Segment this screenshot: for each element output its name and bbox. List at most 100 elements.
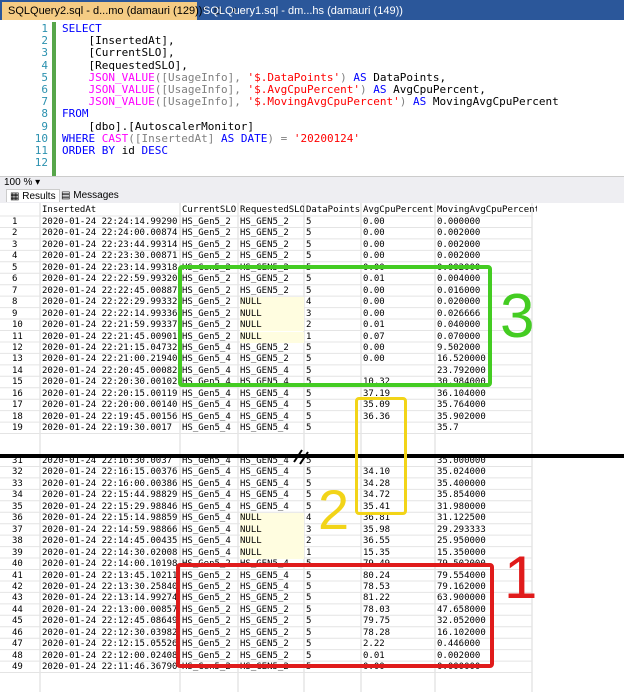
grid-cell[interactable]: 15: [12, 377, 37, 388]
grid-cell[interactable]: 13: [12, 354, 37, 365]
table-row[interactable]: 3 2020-01-24 22:23:44.9931455 HS_Gen5_2 HS_…: [0, 240, 624, 251]
grid-cell[interactable]: 5: [306, 251, 360, 262]
grid-cell[interactable]: 18: [12, 412, 37, 423]
grid-cell[interactable]: 2020-01-24 22:15:29.9884606: [42, 502, 178, 513]
grid-cell[interactable]: 31.980000: [437, 502, 537, 513]
table-row[interactable]: 4 2020-01-24 22:23:30.0087119 HS_Gen5_2 HS_…: [0, 251, 624, 262]
grid-cell[interactable]: 19: [12, 423, 37, 434]
table-row[interactable]: 35 2020-01-24 22:15:29.9884606 HS_Gen5_4 HS…: [0, 502, 624, 513]
grid-cell[interactable]: 5: [306, 228, 360, 239]
grid-cell[interactable]: 2020-01-24 22:14:59.9886678: [42, 525, 178, 536]
grid-cell[interactable]: 2020-01-24 22:12:30.0398229: [42, 628, 178, 639]
grid-cell[interactable]: HS_Gen5_2: [182, 240, 238, 251]
grid-cell[interactable]: 0.002000: [437, 228, 537, 239]
tab-sqlquery1[interactable]: SQLQuery1.sql - dm...hs (damauri (149)): [197, 2, 403, 20]
grid-cell[interactable]: 0.002000: [437, 240, 537, 251]
grid-cell[interactable]: 2020-01-24 22:19:30.0017: [42, 423, 178, 434]
grid-cell[interactable]: HS_Gen5_4: [182, 536, 238, 547]
grid-cell[interactable]: 48: [12, 651, 37, 662]
grid-cell[interactable]: 11: [12, 332, 37, 343]
grid-cell[interactable]: 8: [12, 297, 37, 308]
grid-cell[interactable]: 5: [306, 423, 360, 434]
grid-cell[interactable]: HS_GEN5_4: [240, 423, 304, 434]
grid-cell[interactable]: HS_GEN5_2: [240, 240, 304, 251]
grid-cell[interactable]: 2020-01-24 22:12:45.0864971: [42, 616, 178, 627]
table-row[interactable]: 33 2020-01-24 22:16:00.0038650 HS_Gen5_4 HS…: [0, 479, 624, 490]
table-row[interactable]: 37 2020-01-24 22:14:59.9886678 HS_Gen5_4 NU…: [0, 524, 624, 537]
grid-cell[interactable]: HS_Gen5_4: [182, 412, 238, 423]
grid-cell[interactable]: 2020-01-24 22:12:15.0552658: [42, 639, 178, 650]
grid-cell[interactable]: HS_GEN5_4: [240, 490, 304, 501]
grid-cell[interactable]: 6: [12, 274, 37, 285]
grid-cell[interactable]: HS_Gen5_2: [182, 217, 238, 228]
grid-cell[interactable]: 41: [12, 571, 37, 582]
grid-cell[interactable]: 36.104000: [437, 389, 537, 400]
grid-cell[interactable]: 2020-01-24 22:23:44.9931455: [42, 240, 178, 251]
grid-cell[interactable]: 5: [306, 389, 360, 400]
grid-cell[interactable]: HS_GEN5_4: [240, 467, 304, 478]
grid-cell[interactable]: 15.35: [363, 548, 435, 559]
tab-messages[interactable]: ▤ Messages: [58, 189, 122, 202]
grid-cell[interactable]: 17: [12, 400, 37, 411]
grid-cell[interactable]: 2020-01-24 22:20:00.0014016: [42, 400, 178, 411]
grid-cell[interactable]: 0.000000: [437, 217, 537, 228]
grid-cell[interactable]: 2: [12, 228, 37, 239]
grid-cell[interactable]: 29.293333: [437, 525, 537, 536]
grid-cell[interactable]: 39: [12, 548, 37, 559]
column-header[interactable]: AvgCpuPercent: [363, 205, 435, 216]
grid-cell[interactable]: 0.00: [363, 240, 435, 251]
grid-cell[interactable]: 35.902000: [437, 412, 537, 423]
grid-cell[interactable]: 0.00: [363, 228, 435, 239]
grid-cell[interactable]: NULL: [240, 547, 304, 559]
grid-cell[interactable]: 16: [12, 389, 37, 400]
grid-cell[interactable]: 45: [12, 616, 37, 627]
tab-sqlquery2[interactable]: SQLQuery2.sql - d...mo (damauri (129))* …: [2, 2, 238, 20]
grid-cell[interactable]: 2020-01-24 22:20:15.0011956: [42, 389, 178, 400]
zoom-level[interactable]: 100 % ▾: [0, 176, 624, 188]
grid-cell[interactable]: 2020-01-24 22:24:14.9929084: [42, 217, 178, 228]
table-row[interactable]: 17 2020-01-24 22:20:00.0014016 HS_Gen5_4 HS…: [0, 400, 624, 411]
grid-cell[interactable]: 42: [12, 582, 37, 593]
grid-cell[interactable]: 2020-01-24 22:13:45.1021131: [42, 571, 178, 582]
grid-cell[interactable]: 2020-01-24 22:20:45.0008244: [42, 366, 178, 377]
grid-cell[interactable]: 38: [12, 536, 37, 547]
table-row[interactable]: 16 2020-01-24 22:20:15.0011956 HS_Gen5_4 HS…: [0, 389, 624, 400]
grid-cell[interactable]: 2020-01-24 22:13:30.2584008: [42, 582, 178, 593]
grid-cell[interactable]: 35.98: [363, 525, 435, 536]
grid-cell[interactable]: 2020-01-24 22:15:44.9882931: [42, 490, 178, 501]
grid-cell[interactable]: 5: [12, 263, 37, 274]
table-row[interactable]: 18 2020-01-24 22:19:45.0015689 HS_Gen5_4 HS…: [0, 412, 624, 423]
grid-cell[interactable]: 2020-01-24 22:23:14.9931801: [42, 263, 178, 274]
grid-cell[interactable]: 2020-01-24 22:21:15.0473205: [42, 343, 178, 354]
grid-cell[interactable]: 2020-01-24 22:20:30.0010241: [42, 377, 178, 388]
sql-editor[interactable]: 1 2 3 4 5 6 7 8 9 10 11 12 SELECT [InsertedAt], [Cu…: [0, 20, 624, 176]
grid-cell[interactable]: 2020-01-24 22:14:00.1019830: [42, 559, 178, 570]
grid-cell[interactable]: 2020-01-24 22:19:45.0015689: [42, 412, 178, 423]
grid-cell[interactable]: 2020-01-24 22:16:15.0037672: [42, 467, 178, 478]
grid-cell[interactable]: HS_Gen5_4: [182, 490, 238, 501]
grid-cell[interactable]: 37: [12, 525, 37, 536]
grid-cell[interactable]: 49: [12, 662, 37, 673]
grid-cell[interactable]: 40: [12, 559, 37, 570]
grid-cell[interactable]: HS_Gen5_4: [182, 467, 238, 478]
grid-cell[interactable]: HS_Gen5_2: [182, 228, 238, 239]
column-header[interactable]: DataPoints: [306, 205, 360, 216]
grid-cell[interactable]: 46: [12, 628, 37, 639]
table-row[interactable]: 36 2020-01-24 22:15:14.9885926 HS_Gen5_4 NU…: [0, 513, 624, 525]
grid-cell[interactable]: 35.764000: [437, 400, 537, 411]
grid-cell[interactable]: NULL: [240, 536, 304, 548]
grid-cell[interactable]: 34: [12, 490, 37, 501]
grid-cell[interactable]: HS_Gen5_4: [182, 479, 238, 490]
grid-cell[interactable]: HS_GEN5_2: [240, 251, 304, 262]
grid-cell[interactable]: 2020-01-24 22:11:46.3679029: [42, 662, 178, 673]
grid-cell[interactable]: HS_Gen5_2: [182, 251, 238, 262]
grid-cell[interactable]: 35.854000: [437, 490, 537, 501]
column-header[interactable]: InsertedAt: [42, 205, 178, 216]
grid-cell[interactable]: HS_GEN5_4: [240, 412, 304, 423]
grid-cell[interactable]: NULL: [240, 513, 304, 525]
grid-cell[interactable]: 2020-01-24 22:22:14.9933644: [42, 309, 178, 320]
grid-cell[interactable]: 2020-01-24 22:14:45.0043594: [42, 536, 178, 547]
grid-cell[interactable]: 2020-01-24 22:15:14.9885926: [42, 513, 178, 524]
grid-cell[interactable]: HS_Gen5_4: [182, 400, 238, 411]
column-header[interactable]: RequestedSLO: [240, 205, 304, 216]
